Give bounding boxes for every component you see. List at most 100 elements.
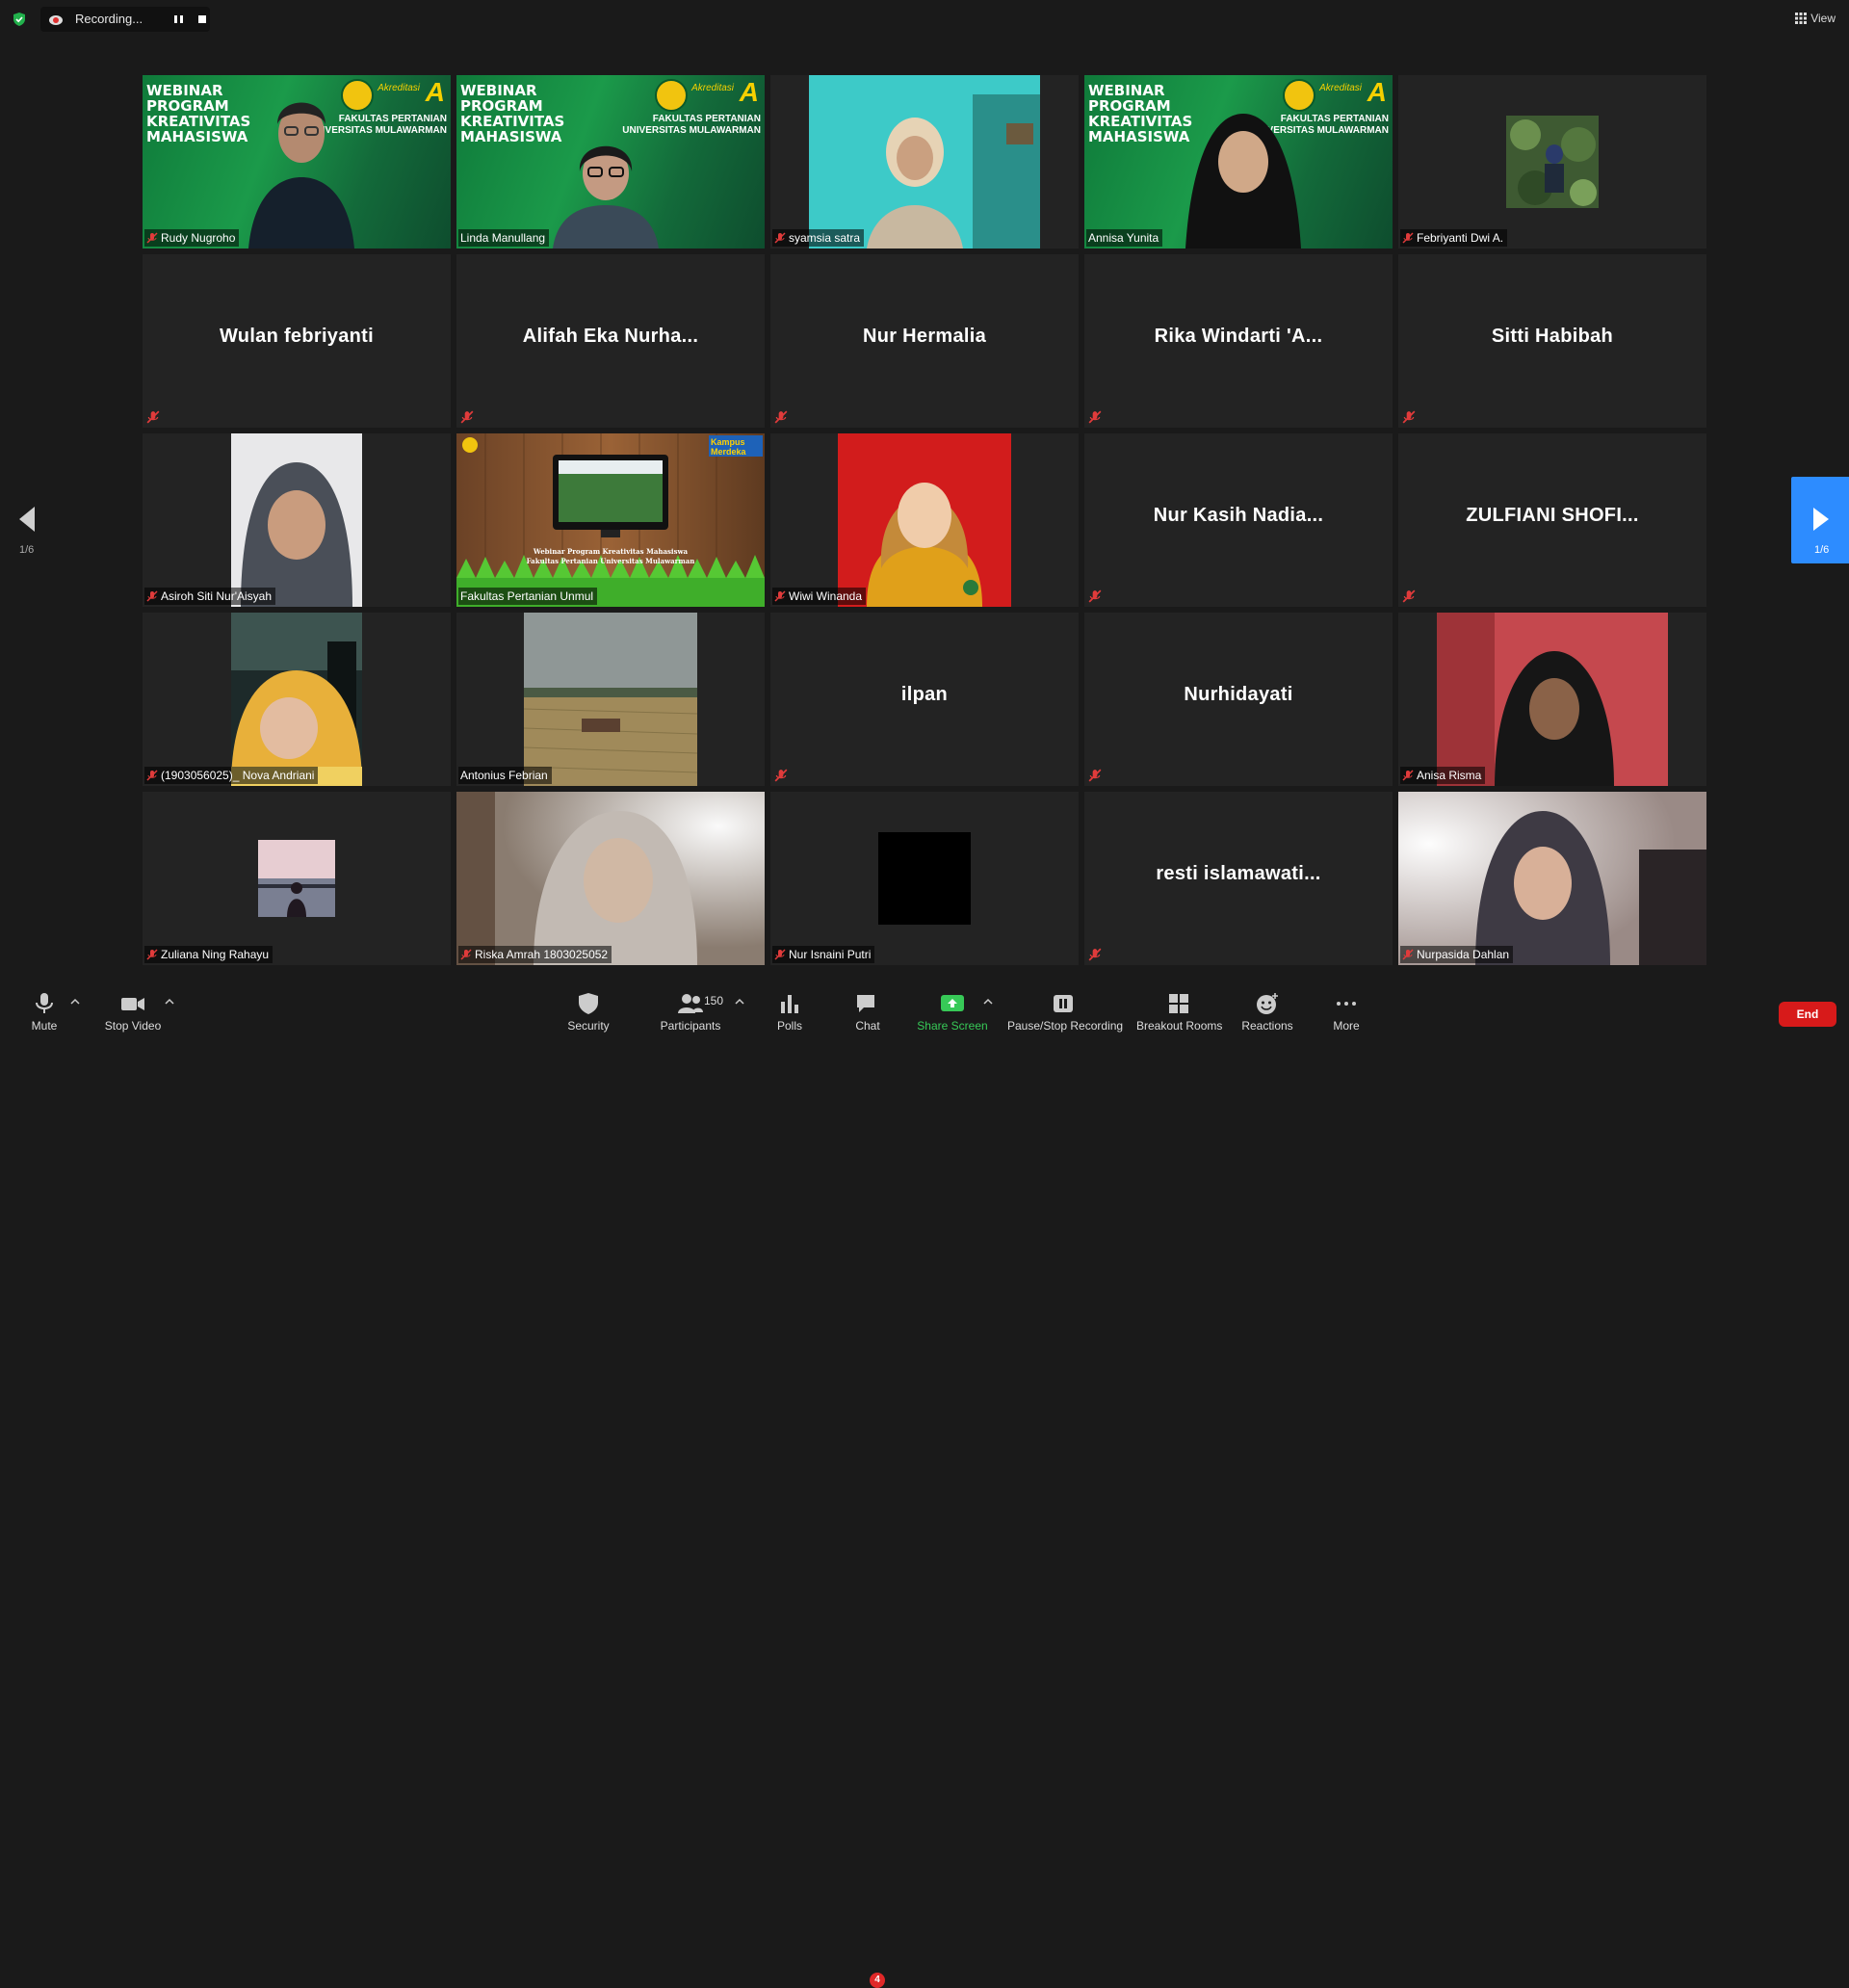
participant-tile[interactable]: Wulan febriyanti <box>143 254 451 428</box>
participant-name: Alifah Eka Nurha... <box>522 326 699 347</box>
participant-name-label: Linda Manullang <box>458 229 550 247</box>
participant-name: Wulan febriyanti <box>219 326 374 347</box>
grid-view-icon <box>1795 13 1808 24</box>
accreditation-grade: A <box>425 77 445 107</box>
participants-count: 150 <box>704 994 724 1007</box>
mute-options-chevron-icon[interactable] <box>70 998 80 1006</box>
accreditation-text: Akreditasi <box>691 83 734 93</box>
participant-name-label: Rudy Nugroho <box>144 229 240 247</box>
participant-tile[interactable]: (1903056025)_ Nova Andriani <box>143 613 451 786</box>
muted-mic-icon <box>1088 410 1102 424</box>
page-indicator-left: 1/6 <box>19 544 35 556</box>
participant-tile[interactable]: Webinar Program Kreativitas Mahasiswa Fa… <box>456 433 765 607</box>
muted-mic-icon <box>146 949 158 960</box>
participant-tile[interactable]: Febriyanti Dwi A. <box>1398 75 1706 248</box>
participant-tile[interactable]: Nur Hermalia <box>770 254 1079 428</box>
previous-page-arrow-icon[interactable] <box>15 505 39 534</box>
chat-button[interactable]: Chat <box>848 992 887 1036</box>
participant-name-label: Wiwi Winanda <box>772 588 867 605</box>
participant-name: ZULFIANI SHOFI... <box>1466 505 1639 526</box>
participant-tile[interactable]: Anisa Risma <box>1398 613 1706 786</box>
participant-tile[interactable]: Wiwi Winanda <box>770 433 1079 607</box>
participant-name-label: Asiroh Siti Nur'Aisyah <box>144 588 275 605</box>
more-dots-icon <box>1337 1002 1356 1006</box>
participant-tile[interactable]: WEBINAR PROGRAM KREATIVITAS MAHASISWA Ak… <box>456 75 765 248</box>
participant-name-label: Nurpasida Dahlan <box>1400 946 1514 963</box>
security-button[interactable]: Security <box>564 992 612 1036</box>
share-screen-button[interactable]: Share Screen <box>917 992 988 1036</box>
view-button[interactable]: View <box>1795 10 1836 27</box>
participant-tile[interactable]: ilpan <box>770 613 1079 786</box>
top-bar: Recording... View <box>0 0 1849 39</box>
participant-video <box>809 75 1040 248</box>
participant-name-label: Riska Amrah 1803025052 <box>458 946 612 963</box>
participant-tile[interactable]: Antonius Febrian <box>456 613 765 786</box>
participant-tile[interactable]: Asiroh Siti Nur'Aisyah <box>143 433 451 607</box>
participant-name-label: Antonius Febrian <box>458 767 552 784</box>
view-label: View <box>1810 12 1836 25</box>
share-screen-icon <box>941 995 964 1011</box>
video-options-chevron-icon[interactable] <box>165 998 174 1006</box>
muted-mic-icon <box>1402 949 1414 960</box>
muted-mic-icon <box>1088 769 1102 782</box>
participant-name-label: Fakultas Pertanian Unmul <box>458 588 598 605</box>
participant-tile[interactable]: Nur Kasih Nadia... <box>1084 433 1393 607</box>
participants-icon <box>678 994 703 1013</box>
participant-tile[interactable]: syamsia satra <box>770 75 1079 248</box>
pause-recording-icon[interactable] <box>169 11 189 28</box>
share-options-chevron-icon[interactable] <box>983 998 993 1006</box>
participant-tile-active-speaker[interactable]: WEBINAR PROGRAM KREATIVITAS MAHASISWA Ak… <box>1084 75 1393 248</box>
polls-button[interactable]: Polls <box>770 992 809 1036</box>
end-meeting-button[interactable]: End <box>1779 1002 1836 1027</box>
breakout-rooms-icon <box>1169 994 1188 1013</box>
breakout-rooms-button[interactable]: Breakout Rooms <box>1136 992 1222 1036</box>
participant-name-label: Nur Isnaini Putri <box>772 946 875 963</box>
participant-name: Sitti Habibah <box>1491 326 1614 347</box>
participant-tile[interactable]: Rika Windarti 'A... <box>1084 254 1393 428</box>
accreditation-grade: A <box>739 77 759 107</box>
muted-mic-icon <box>146 590 158 602</box>
pause-stop-recording-button[interactable]: Pause/Stop Recording <box>1007 992 1123 1036</box>
participants-options-chevron-icon[interactable] <box>735 998 744 1006</box>
participant-video <box>231 433 362 607</box>
muted-mic-icon <box>774 949 786 960</box>
mute-button[interactable]: Mute <box>25 992 64 1036</box>
participant-video <box>231 613 362 786</box>
recording-cloud-icon <box>49 15 63 25</box>
participant-name: resti islamawati... <box>1156 863 1321 884</box>
reactions-button[interactable]: Reactions <box>1240 992 1294 1036</box>
stop-video-button[interactable]: Stop Video <box>100 992 166 1036</box>
page-indicator-right: 1/6 <box>1814 544 1830 556</box>
next-page-button[interactable]: 1/6 <box>1791 477 1849 563</box>
university-logo <box>655 79 688 112</box>
participant-tile[interactable]: Zuliana Ning Rahayu <box>143 792 451 965</box>
participant-video <box>838 433 1011 607</box>
participant-tile[interactable]: Riska Amrah 1803025052 <box>456 792 765 965</box>
participant-tile[interactable]: Nurhidayati <box>1084 613 1393 786</box>
slide-corner-logo: Kampus Merdeka <box>711 437 746 457</box>
muted-mic-icon <box>146 232 158 244</box>
participant-tile[interactable]: Nurpasida Dahlan <box>1398 792 1706 965</box>
muted-mic-icon <box>146 410 160 424</box>
more-button[interactable]: More <box>1329 992 1364 1036</box>
participant-tile[interactable]: Nur Isnaini Putri <box>770 792 1079 965</box>
participant-tile[interactable]: Sitti Habibah <box>1398 254 1706 428</box>
participant-video <box>1437 613 1668 786</box>
accreditation-text: Akreditasi <box>378 83 420 93</box>
participant-video <box>248 102 354 248</box>
gallery-grid: WEBINAR PROGRAM KREATIVITAS MAHASISWA Ak… <box>143 75 1706 965</box>
participant-tile[interactable]: Alifah Eka Nurha... <box>456 254 765 428</box>
muted-mic-icon <box>774 769 788 782</box>
muted-mic-icon <box>146 770 158 781</box>
participant-tile[interactable]: ZULFIANI SHOFI... <box>1398 433 1706 607</box>
pause-stop-icon <box>1054 995 1073 1012</box>
participant-tile[interactable]: resti islamawati... <box>1084 792 1393 965</box>
participant-name: Nur Hermalia <box>862 326 987 347</box>
muted-mic-icon <box>1402 770 1414 781</box>
stop-recording-icon[interactable] <box>193 11 212 28</box>
participant-tile[interactable]: WEBINAR PROGRAM KREATIVITAS MAHASISWA Ak… <box>143 75 451 248</box>
muted-mic-icon <box>1402 589 1416 603</box>
shield-icon[interactable] <box>12 12 27 27</box>
muted-mic-icon <box>774 232 786 244</box>
smiley-icon <box>1257 993 1278 1014</box>
